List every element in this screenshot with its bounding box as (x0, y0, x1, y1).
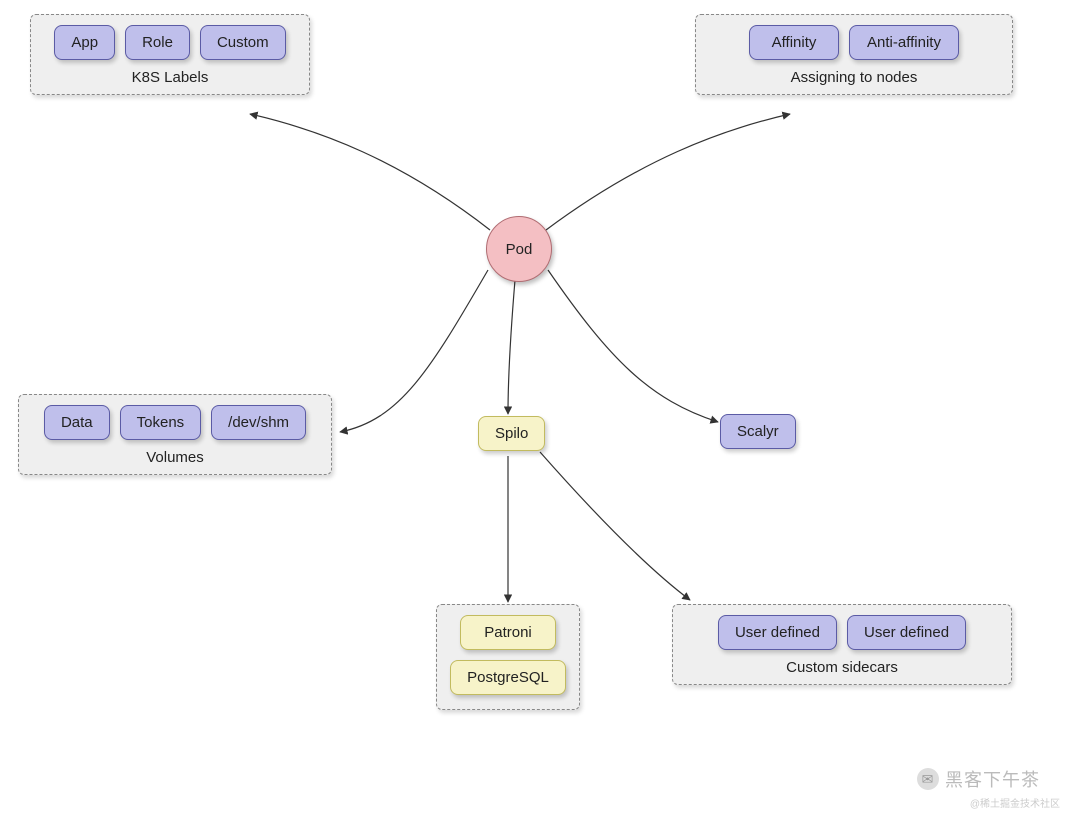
chat-icon: ✉ (917, 768, 939, 790)
node-custom: Custom (200, 25, 286, 60)
node-user-defined-1: User defined (718, 615, 837, 650)
group-volumes: Data Tokens /dev/shm Volumes (18, 394, 332, 475)
group-spilo-internals: Patroni PostgreSQL (436, 604, 580, 710)
group-k8s-labels: App Role Custom K8S Labels (30, 14, 310, 95)
node-data: Data (44, 405, 110, 440)
caption-k8s-labels: K8S Labels (31, 69, 309, 86)
node-patroni: Patroni (460, 615, 556, 650)
subwatermark: @稀土掘金技术社区 (970, 795, 1060, 810)
node-role: Role (125, 25, 190, 60)
node-devshm: /dev/shm (211, 405, 306, 440)
node-app: App (54, 25, 115, 60)
node-scalyr: Scalyr (720, 414, 796, 449)
pod-label: Pod (506, 241, 533, 258)
node-postgresql: PostgreSQL (450, 660, 566, 695)
caption-assigning: Assigning to nodes (696, 69, 1012, 86)
node-user-defined-2: User defined (847, 615, 966, 650)
node-affinity: Affinity (749, 25, 839, 60)
caption-volumes: Volumes (19, 449, 331, 466)
node-spilo: Spilo (478, 416, 545, 451)
watermark: ✉ 黑客下午茶 (917, 766, 1040, 792)
node-tokens: Tokens (120, 405, 202, 440)
node-anti-affinity: Anti-affinity (849, 25, 959, 60)
group-sidecars: User defined User defined Custom sidecar… (672, 604, 1012, 685)
group-assigning: Affinity Anti-affinity Assigning to node… (695, 14, 1013, 95)
caption-sidecars: Custom sidecars (673, 659, 1011, 676)
watermark-text: 黑客下午茶 (945, 766, 1040, 792)
pod-node: Pod (486, 216, 552, 282)
